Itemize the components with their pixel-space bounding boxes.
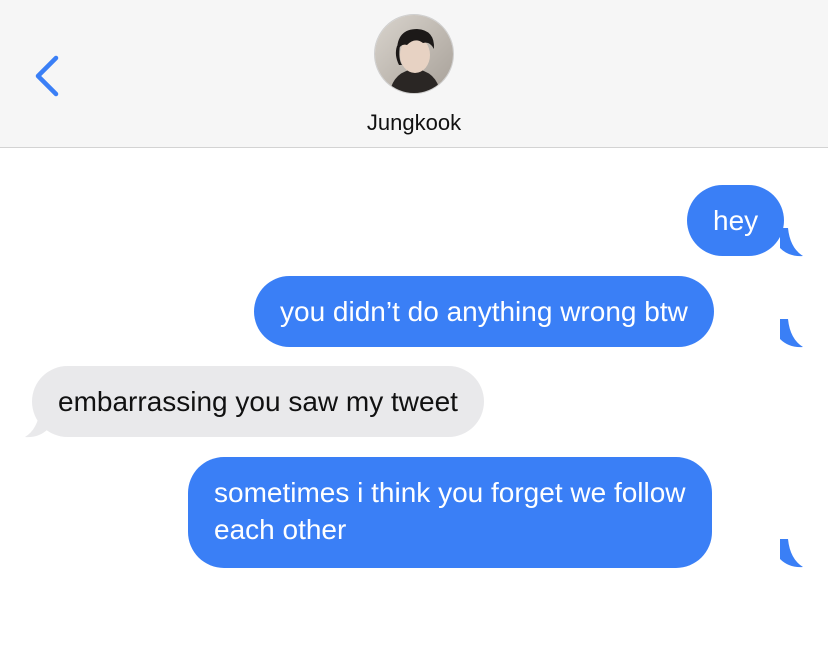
message-text-line: each other: [214, 514, 347, 545]
message-text: you didn’t do anything wrong btw: [280, 296, 688, 327]
message-bubble-sent[interactable]: hey: [687, 185, 785, 256]
contact-avatar[interactable]: [374, 14, 454, 94]
contact-name[interactable]: Jungkook: [0, 110, 828, 136]
conversation-header: Jungkook: [0, 0, 828, 148]
back-button[interactable]: [26, 52, 66, 100]
bubble-tail: [780, 539, 803, 568]
message-text-line: sometimes i think you forget we follow: [214, 477, 686, 508]
avatar-photo: [375, 15, 453, 93]
bubble-tail: [780, 319, 803, 348]
message-text: embarrassing you saw my tweet: [58, 386, 458, 417]
message-text: hey: [713, 205, 759, 236]
chevron-left-icon: [35, 55, 59, 97]
bubble-tail: [25, 409, 48, 438]
message-bubble-received[interactable]: embarrassing you saw my tweet: [32, 366, 484, 437]
bubble-tail: [780, 228, 803, 257]
message-bubble-sent[interactable]: sometimes i think you forget we follow e…: [188, 457, 712, 568]
message-bubble-sent[interactable]: you didn’t do anything wrong btw: [254, 276, 714, 347]
